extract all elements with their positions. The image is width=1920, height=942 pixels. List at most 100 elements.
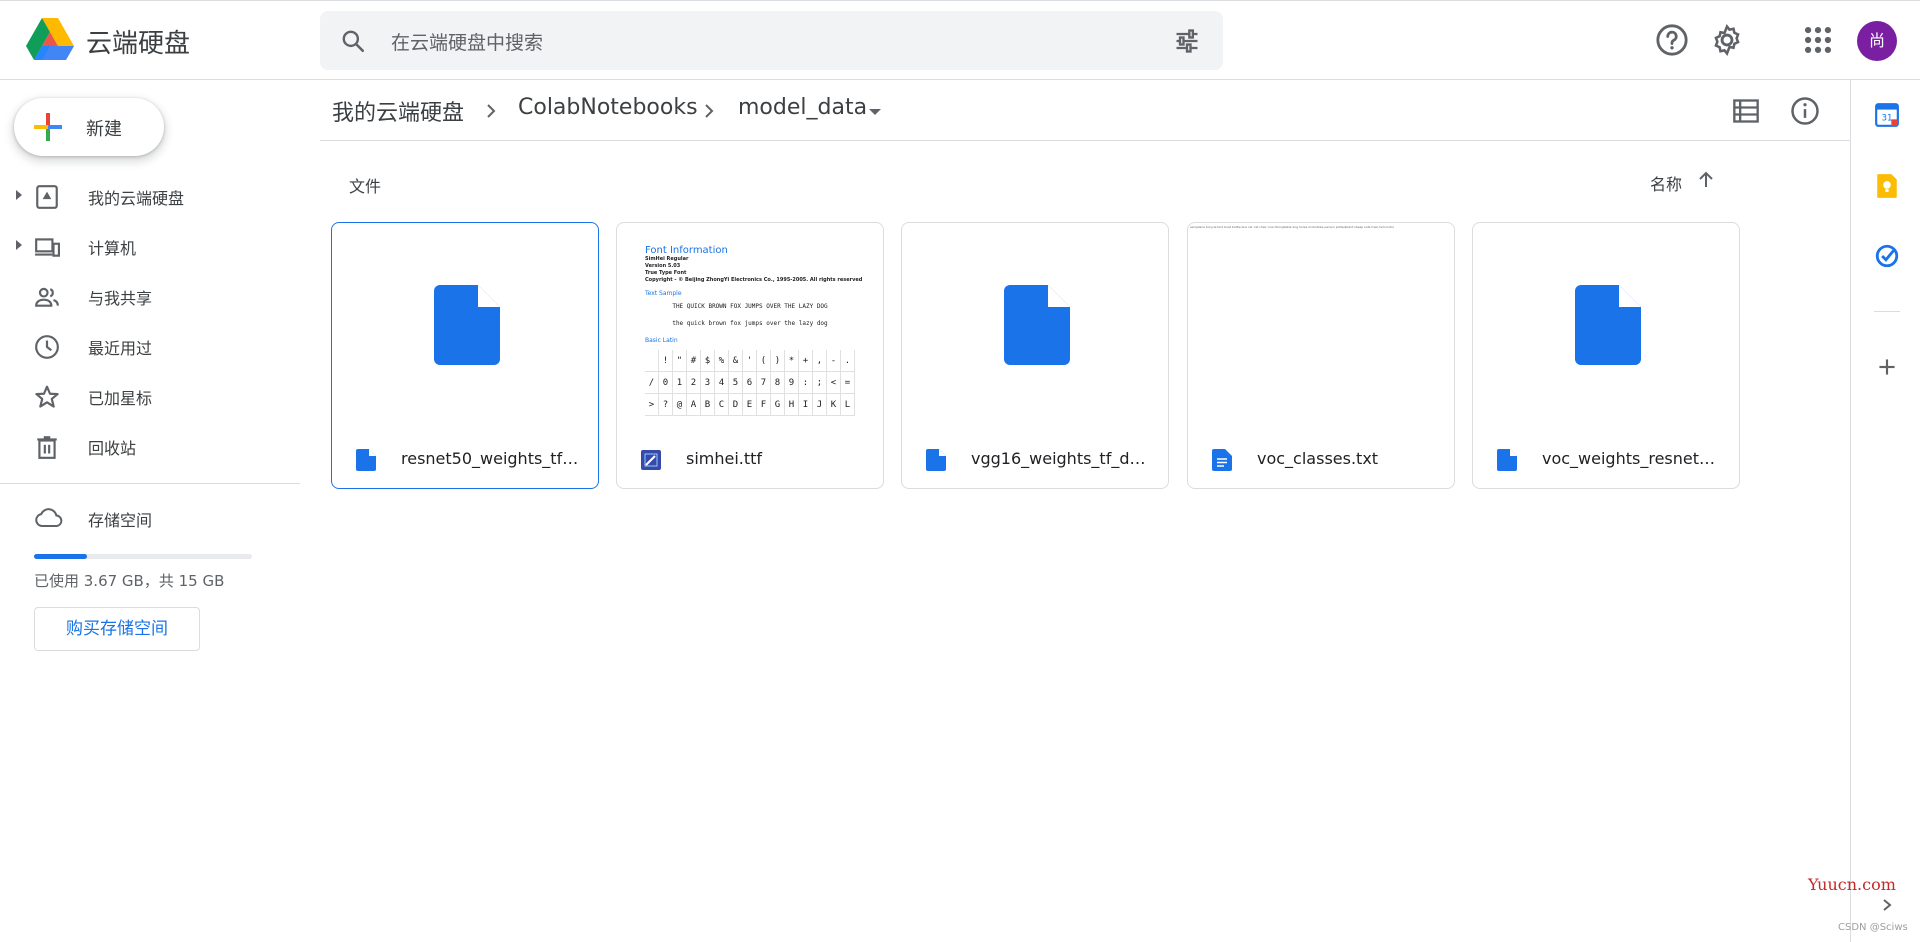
- trash-icon: [37, 436, 57, 459]
- font-glyph-cell: 1: [673, 372, 687, 394]
- font-preview-meta: Copyright - © Beijing ZhongYi Electronic…: [645, 277, 863, 283]
- account-avatar[interactable]: 尚: [1857, 21, 1897, 61]
- font-preview-meta: SimHei Regular: [645, 256, 689, 262]
- plus-icon: [34, 113, 62, 141]
- font-glyph-cell: 0: [659, 372, 673, 394]
- settings-gear-icon[interactable]: [1710, 23, 1744, 57]
- font-glyph-cell: I: [799, 394, 813, 416]
- expand-arrow-icon[interactable]: [14, 189, 24, 201]
- expand-arrow-icon[interactable]: [14, 239, 24, 251]
- font-preview-section: Text Sample: [645, 290, 682, 297]
- font-glyph-cell: %: [715, 350, 729, 372]
- document-icon: [1212, 449, 1232, 471]
- keep-icon[interactable]: [1874, 173, 1900, 199]
- chevron-right-icon: [487, 104, 496, 118]
- sidebar-item-label: 计算机: [88, 239, 137, 258]
- search-icon[interactable]: [340, 28, 366, 54]
- text-thumbnail: aeroplane bicycle bird boat bottle bus c…: [1188, 223, 1454, 428]
- chevron-right-icon[interactable]: [1880, 898, 1894, 912]
- sidebar-item-label: 与我共享: [88, 289, 153, 308]
- font-glyph-cell: <: [827, 372, 841, 394]
- font-glyph-cell: -: [827, 350, 841, 372]
- font-glyph-cell: C: [715, 394, 729, 416]
- file-name: resnet50_weights_tf_di…: [401, 449, 579, 468]
- svg-text:31: 31: [1881, 113, 1892, 123]
- watermark-site: Yuucn.com: [1808, 875, 1896, 894]
- file-card-resnet50[interactable]: resnet50_weights_tf_di…: [331, 222, 599, 489]
- info-icon[interactable]: [1790, 96, 1820, 126]
- font-preview-meta: Version 5.03: [645, 263, 681, 269]
- sort-ascending-arrow-icon[interactable]: [1696, 170, 1716, 190]
- font-glyph-grid: ! " # $% & '() * +, -. /0 1 2 3 4 5 6 7 8 9:; < = >? @ A B C D E F G H…: [645, 350, 855, 416]
- sidebar-item-computers[interactable]: 计算机: [0, 221, 300, 271]
- files-section-label: 文件: [349, 177, 382, 196]
- file-thumbnail: [902, 223, 1168, 428]
- breadcrumb-item-my-drive[interactable]: 我的云端硬盘: [332, 95, 464, 127]
- font-glyph-cell: D: [729, 394, 743, 416]
- search-bar[interactable]: 在云端硬盘中搜索: [320, 11, 1223, 70]
- sidebar-item-starred[interactable]: 已加星标: [0, 371, 300, 421]
- file-thumbnail: [332, 223, 598, 428]
- file-card-simhei[interactable]: Font Information SimHei Regular Version …: [616, 222, 884, 489]
- sidebar-item-label: 回收站: [88, 439, 137, 458]
- font-preview: Font Information SimHei Regular Version …: [645, 245, 863, 416]
- search-input[interactable]: 在云端硬盘中搜索: [391, 28, 543, 55]
- new-button[interactable]: 新建: [14, 98, 164, 156]
- new-button-label: 新建: [86, 119, 122, 140]
- font-glyph-cell: H: [785, 394, 799, 416]
- cloud-icon: [35, 508, 63, 527]
- chevron-down-icon[interactable]: [868, 105, 882, 121]
- sort-by-name-button[interactable]: 名称: [1650, 171, 1682, 195]
- font-glyph-cell: >: [645, 394, 659, 416]
- top-bar: 云端硬盘 在云端硬盘中搜索 尚: [0, 0, 1920, 80]
- header-divider: [320, 140, 1850, 141]
- file-card-vgg16[interactable]: vgg16_weights_tf_dim…: [901, 222, 1169, 489]
- sidebar-divider: [0, 483, 300, 484]
- file-name: simhei.ttf: [686, 449, 763, 468]
- font-preview-section: Basic Latin: [645, 337, 678, 344]
- breadcrumb-item-colabnotebooks[interactable]: ColabNotebooks: [518, 95, 698, 120]
- google-drive-logo-icon[interactable]: [26, 18, 74, 60]
- sidebar-item-my-drive[interactable]: 我的云端硬盘: [0, 171, 300, 221]
- font-glyph-cell: A: [687, 394, 701, 416]
- side-panel-separator: [1874, 311, 1900, 312]
- file-card-voc-weights[interactable]: voc_weights_resnet.h5: [1472, 222, 1740, 489]
- calendar-icon[interactable]: 31: [1874, 102, 1900, 128]
- font-glyph-cell: 9: [785, 372, 799, 394]
- apps-grid-icon[interactable]: [1801, 23, 1835, 57]
- file-thumbnail: [1473, 223, 1739, 428]
- font-file-icon: [641, 450, 661, 470]
- font-glyph-cell: ): [771, 350, 785, 372]
- font-glyph-cell: (: [757, 350, 771, 372]
- text-preview-line: aeroplane bicycle bird boat bottle bus c…: [1190, 225, 1395, 229]
- sidebar-item-recent[interactable]: 最近用过: [0, 321, 300, 371]
- font-glyph-cell: L: [841, 394, 855, 416]
- sidebar-item-trash[interactable]: 回收站: [0, 421, 300, 471]
- app-title[interactable]: 云端硬盘: [86, 23, 190, 60]
- sidebar-item-label: 我的云端硬盘: [88, 189, 185, 208]
- font-glyph-cell: !: [659, 350, 673, 372]
- breadcrumb-item-model-data[interactable]: model_data: [738, 95, 867, 120]
- font-glyph-cell: +: [799, 350, 813, 372]
- side-panel-divider: [1850, 80, 1851, 942]
- watermark-credit: CSDN @Sciws: [1838, 922, 1908, 933]
- search-options-icon[interactable]: [1173, 27, 1201, 55]
- storage-label[interactable]: 存储空间: [88, 507, 152, 531]
- list-view-icon[interactable]: [1732, 98, 1760, 124]
- font-glyph-cell: =: [841, 372, 855, 394]
- add-addon-plus-icon[interactable]: [1874, 354, 1900, 380]
- font-glyph-cell: G: [771, 394, 785, 416]
- help-icon[interactable]: [1655, 23, 1689, 57]
- file-type-icon: [1497, 449, 1517, 471]
- sidebar-item-shared-with-me[interactable]: 与我共享: [0, 271, 300, 321]
- tasks-icon[interactable]: [1874, 243, 1900, 269]
- file-card-voc-classes[interactable]: aeroplane bicycle bird boat bottle bus c…: [1187, 222, 1455, 489]
- font-glyph-cell: ": [673, 350, 687, 372]
- file-name: vgg16_weights_tf_dim…: [971, 449, 1149, 468]
- font-glyph-cell: K: [827, 394, 841, 416]
- storage-usage-text: 已使用 3.67 GB，共 15 GB: [34, 572, 225, 590]
- chevron-right-icon: [705, 104, 714, 118]
- font-glyph-cell: ': [743, 350, 757, 372]
- buy-storage-button[interactable]: 购买存储空间: [34, 607, 200, 651]
- font-glyph-cell: :: [799, 372, 813, 394]
